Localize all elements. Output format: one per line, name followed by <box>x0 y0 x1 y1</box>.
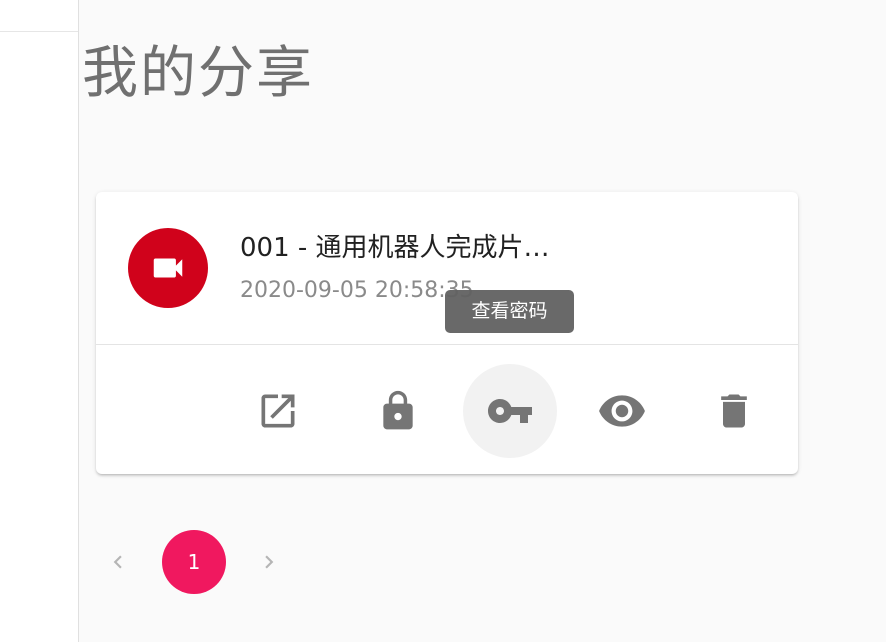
password-tooltip: 查看密码 <box>445 290 574 333</box>
set-password-button[interactable] <box>351 364 445 458</box>
share-card: 001 - 通用机器人完成片… 2020-09-05 20:58:35 <box>96 192 798 474</box>
file-date: 2020-09-05 20:58:35 <box>240 278 474 303</box>
file-name[interactable]: 001 - 通用机器人完成片… <box>240 230 550 266</box>
view-password-button[interactable] <box>463 364 557 458</box>
preview-button[interactable] <box>575 364 669 458</box>
chevron-left-icon <box>113 555 122 569</box>
page-number-button[interactable]: 1 <box>162 530 226 594</box>
lock-icon <box>383 390 413 430</box>
chevron-right-icon <box>265 555 274 569</box>
key-icon <box>488 399 532 423</box>
videocam-icon <box>153 258 183 278</box>
sidebar-divider <box>0 31 78 32</box>
card-divider <box>96 344 798 345</box>
open-share-button[interactable] <box>231 364 325 458</box>
next-page-button[interactable] <box>251 544 287 580</box>
eye-icon <box>599 395 645 427</box>
prev-page-button[interactable] <box>100 544 136 580</box>
delete-icon <box>721 394 747 428</box>
sidebar <box>0 0 79 642</box>
page-title: 我的分享 <box>82 41 314 106</box>
open-in-new-icon <box>261 394 295 428</box>
file-avatar <box>128 228 208 308</box>
delete-button[interactable] <box>687 364 781 458</box>
